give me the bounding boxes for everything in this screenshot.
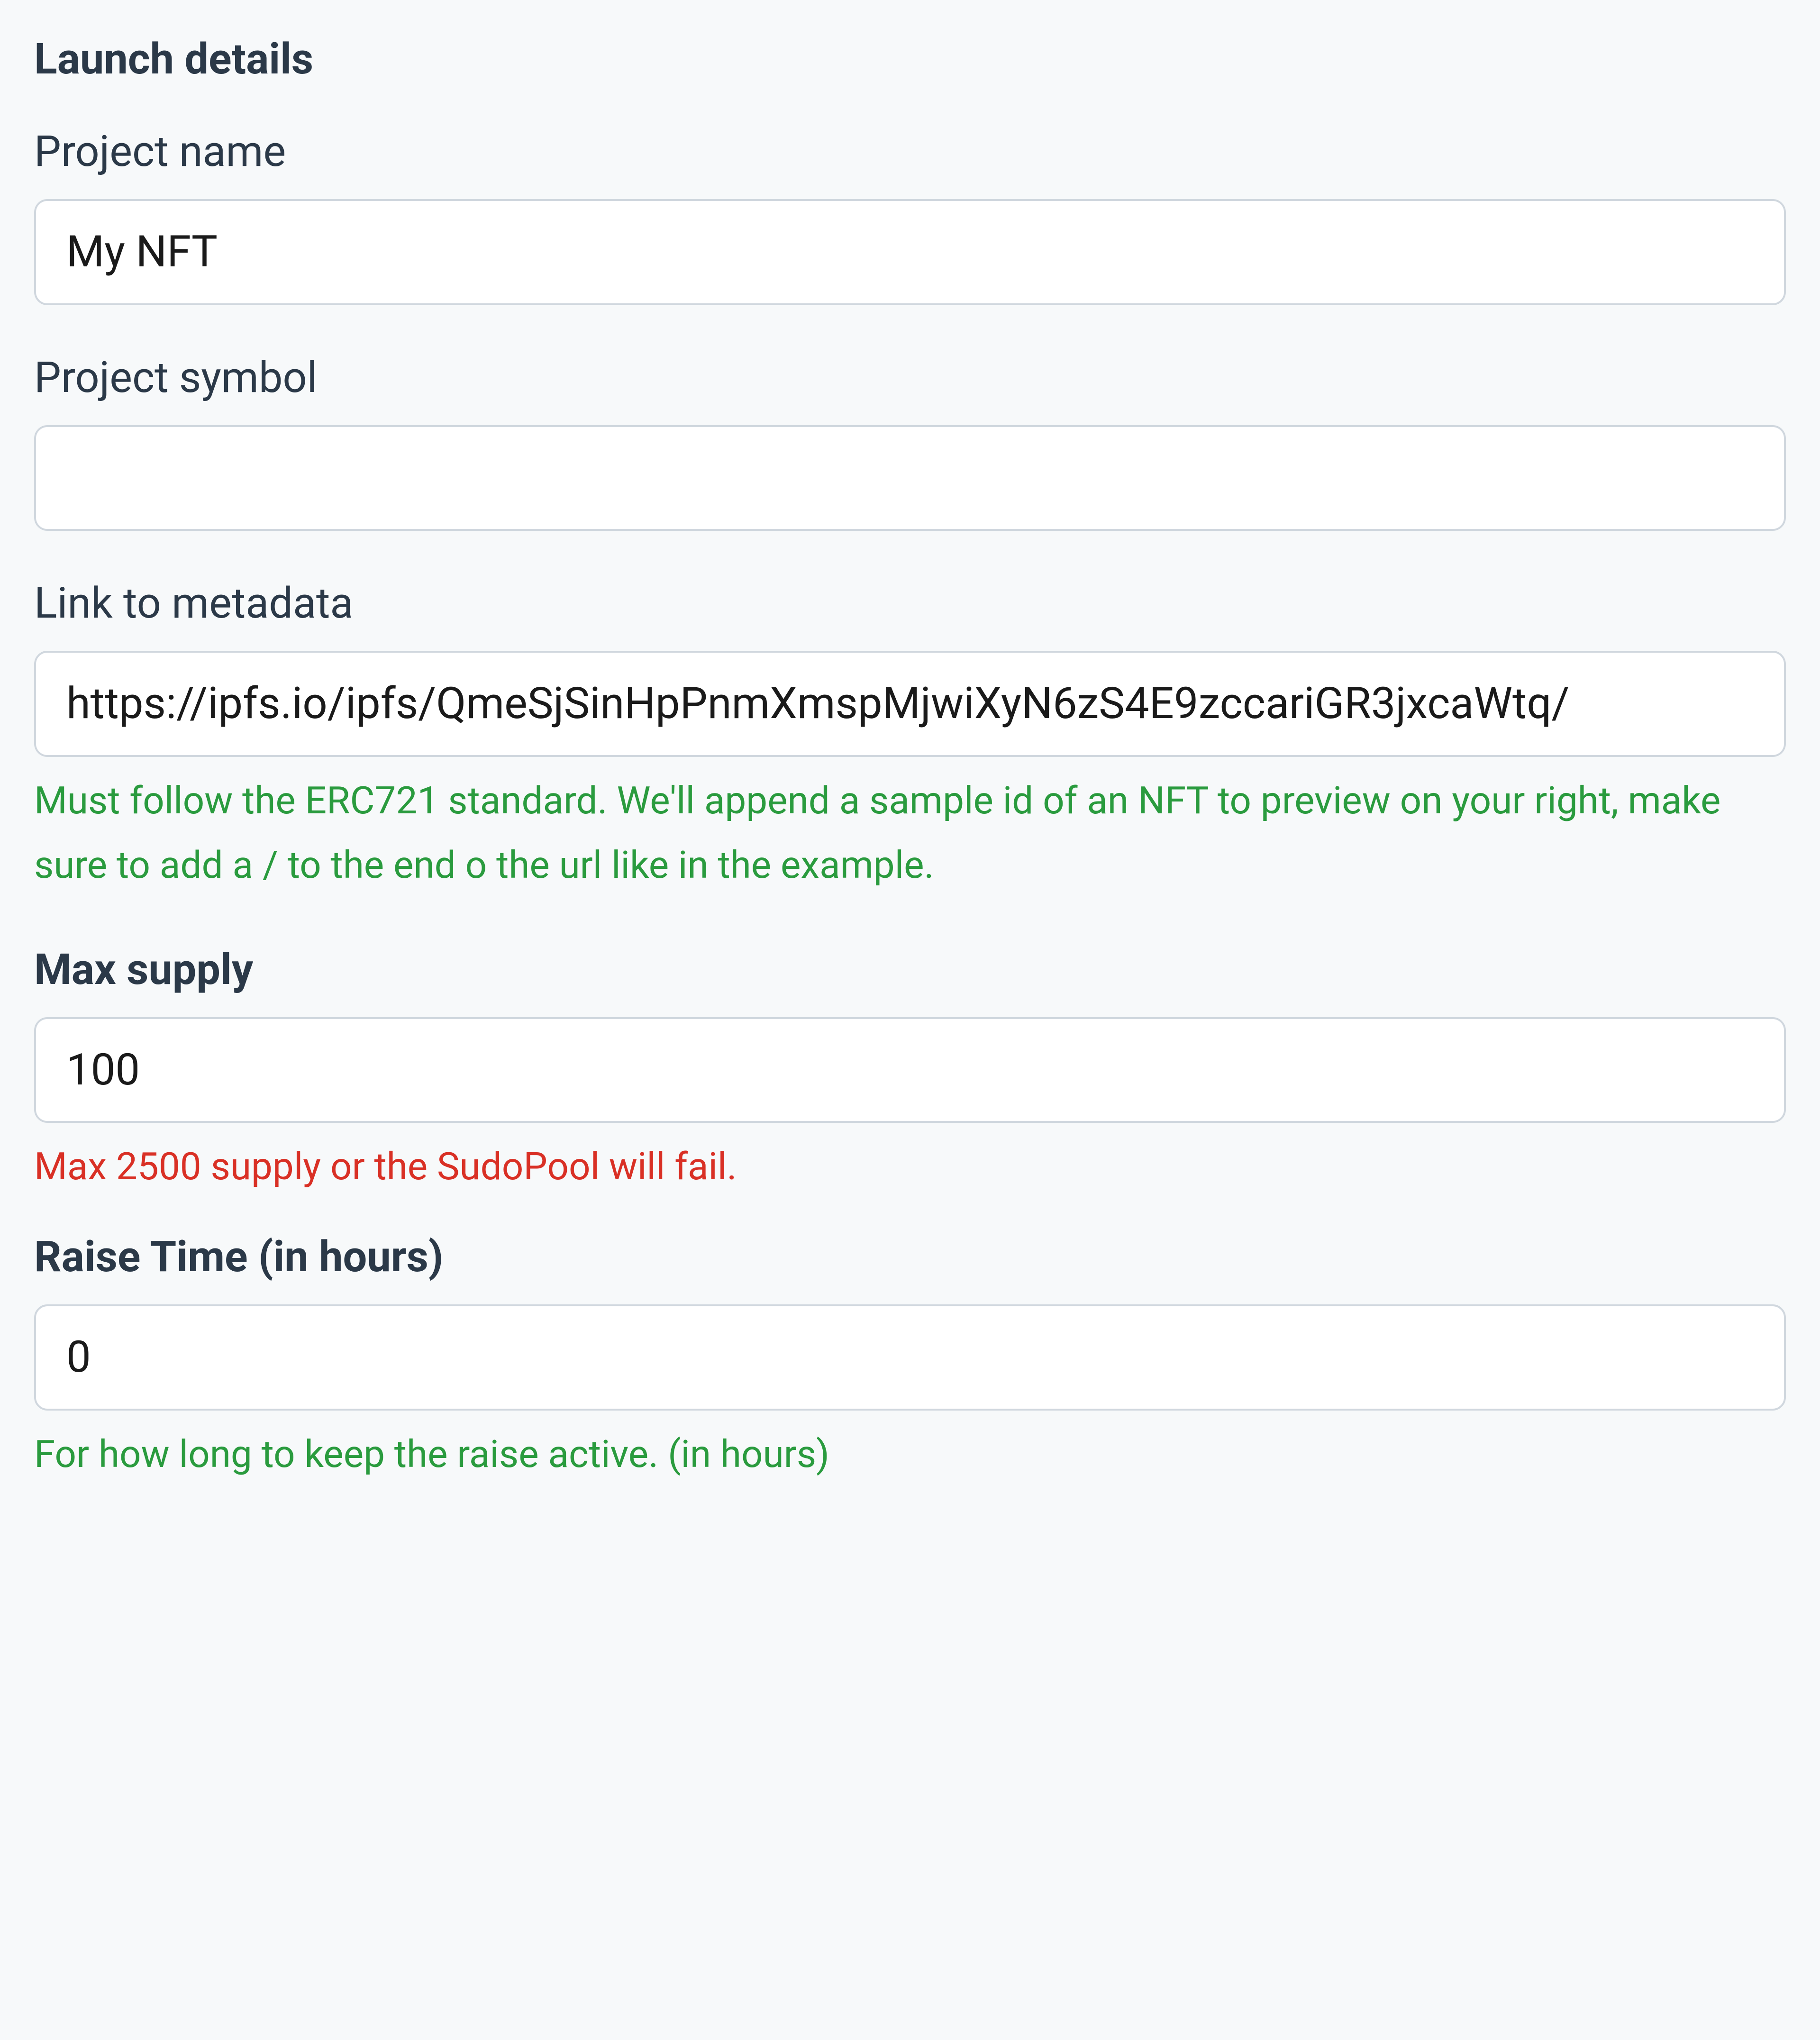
- project-name-input[interactable]: [34, 199, 1786, 305]
- metadata-label: Link to metadata: [34, 578, 1786, 628]
- raise-time-helper: For how long to keep the raise active. (…: [34, 1422, 1786, 1486]
- raise-time-label: Raise Time (in hours): [34, 1232, 1786, 1282]
- raise-time-group: Raise Time (in hours) For how long to ke…: [34, 1232, 1786, 1486]
- launch-details-form: Launch details Project name Project symb…: [34, 34, 1786, 1486]
- project-name-label: Project name: [34, 127, 1786, 176]
- metadata-input[interactable]: [34, 651, 1786, 757]
- metadata-helper: Must follow the ERC721 standard. We'll a…: [34, 768, 1786, 897]
- metadata-group: Link to metadata Must follow the ERC721 …: [34, 578, 1786, 897]
- max-supply-helper: Max 2500 supply or the SudoPool will fai…: [34, 1134, 1786, 1199]
- project-symbol-group: Project symbol: [34, 353, 1786, 531]
- project-symbol-label: Project symbol: [34, 353, 1786, 402]
- project-symbol-input[interactable]: [34, 425, 1786, 531]
- max-supply-group: Max supply Max 2500 supply or the SudoPo…: [34, 945, 1786, 1199]
- max-supply-label: Max supply: [34, 945, 1786, 994]
- section-title: Launch details: [34, 34, 1786, 84]
- max-supply-input[interactable]: [34, 1017, 1786, 1123]
- project-name-group: Project name: [34, 127, 1786, 305]
- raise-time-input[interactable]: [34, 1304, 1786, 1411]
